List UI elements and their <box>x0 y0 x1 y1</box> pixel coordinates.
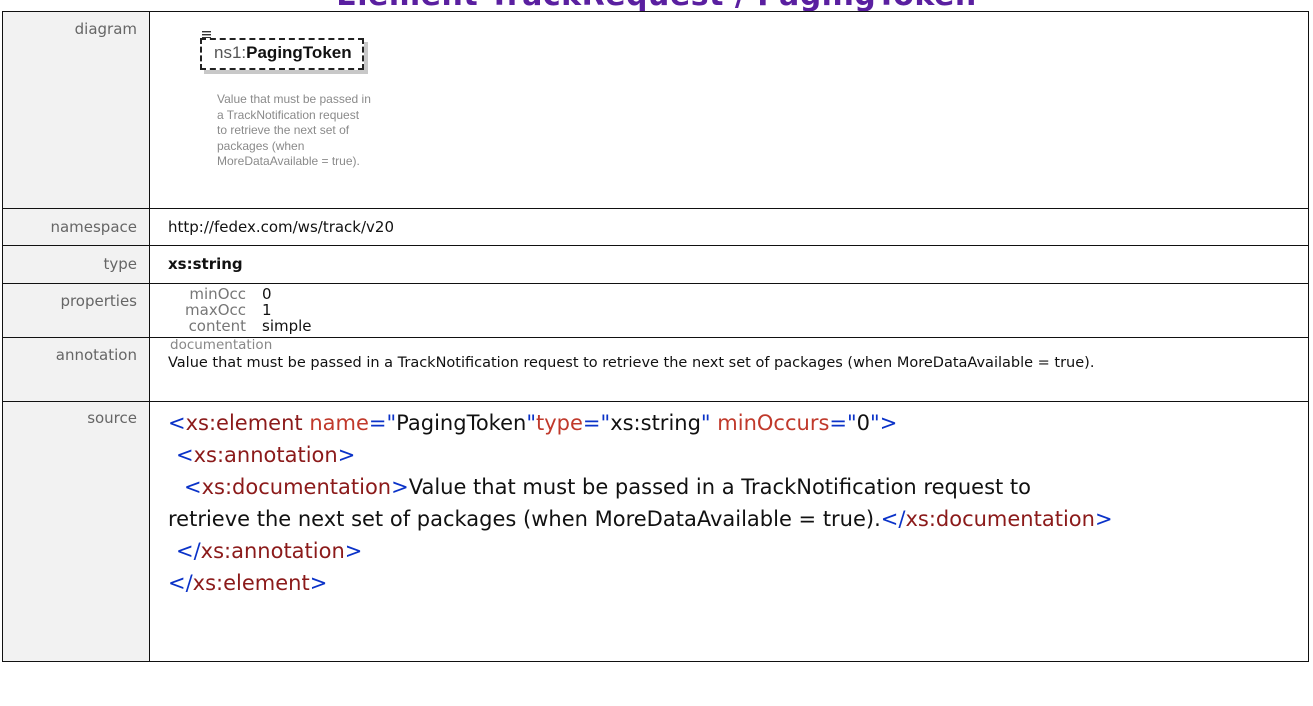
property-key: content <box>188 317 246 335</box>
source-code: <xs:element name="PagingToken"type="xs:s… <box>168 402 1308 599</box>
tag-name: xs:element <box>192 571 310 595</box>
attr-quote: " <box>700 411 711 435</box>
property-value: simple <box>262 317 312 335</box>
annotation-heading: documentation <box>170 337 273 353</box>
property-row: maxOcc 1 <box>168 302 1308 318</box>
tag-bracket: </ <box>176 539 201 563</box>
row-label-namespace: namespace <box>2 208 150 246</box>
row-label-annotation: annotation <box>2 337 150 402</box>
property-key: maxOcc <box>185 301 246 319</box>
tag-name: xs:element <box>185 411 303 435</box>
tag-name: xs:documentation <box>201 475 392 499</box>
attr-eq: =" <box>368 411 397 435</box>
source-line: <xs:annotation> <box>168 439 1298 471</box>
source-line: <xs:element name="PagingToken"type="xs:s… <box>168 407 1298 439</box>
annotation-text: Value that must be passed in a TrackNoti… <box>168 355 1095 371</box>
property-value: 1 <box>262 301 272 319</box>
tag-bracket: > <box>344 539 363 563</box>
attr-eq: =" <box>582 411 611 435</box>
diagram-description: Value that must be passed in a TrackNoti… <box>217 92 387 170</box>
source-line: retrieve the next set of packages (when … <box>168 503 1298 535</box>
doc-text: Value that must be passed in a TrackNoti… <box>408 475 1031 499</box>
row-label-properties: properties <box>2 283 150 338</box>
row-label-source: source <box>2 401 150 662</box>
tag-bracket: < <box>184 475 202 499</box>
attr-value: xs:string <box>610 411 701 435</box>
diagram-cell: ns1:PagingToken Value that must be passe… <box>149 11 1309 209</box>
diagram-desc-line: a TrackNotification request <box>217 107 360 122</box>
row-source: source <xs:element name="PagingToken"typ… <box>2 401 1309 662</box>
diagram-desc-line: to retrieve the next set of <box>217 123 350 137</box>
diagram-desc-line: MoreDataAvailable = true). <box>217 154 360 168</box>
tag-bracket: > <box>337 443 356 467</box>
row-properties: properties minOcc 0 maxOcc 1 content sim… <box>2 283 1309 338</box>
property-value: 0 <box>262 285 272 303</box>
tag-name: xs:annotation <box>200 539 345 563</box>
source-line: <xs:documentation>Value that must be pas… <box>168 471 1298 503</box>
doc-text: retrieve the next set of packages (when … <box>168 507 881 531</box>
attr-name: name <box>309 411 369 435</box>
row-diagram: diagram ns1:PagingToken Value that must … <box>2 11 1309 209</box>
row-namespace: namespace http://fedex.com/ws/track/v20 <box>2 208 1309 246</box>
property-row: minOcc 0 <box>168 286 1308 302</box>
row-type: type xs:string <box>2 245 1309 284</box>
tag-bracket: "> <box>870 411 898 435</box>
tag-name: xs:annotation <box>193 443 338 467</box>
tag-bracket: </ <box>880 507 906 531</box>
attr-eq: =" <box>829 411 857 435</box>
source-line: </xs:element> <box>168 567 1298 599</box>
tag-bracket: > <box>309 571 328 595</box>
attr-value: 0 <box>856 411 871 435</box>
property-row: content simple <box>168 318 1308 334</box>
source-line: </xs:annotation> <box>168 535 1298 567</box>
row-label-type: type <box>2 245 150 284</box>
tag-bracket: > <box>1094 507 1113 531</box>
tag-bracket: </ <box>168 571 193 595</box>
type-value: xs:string <box>149 245 1309 284</box>
tag-bracket: < <box>168 411 186 435</box>
element-doc-table: diagram ns1:PagingToken Value that must … <box>2 11 1309 662</box>
tag-bracket: > <box>391 475 409 499</box>
tag-bracket: < <box>176 443 194 467</box>
type-link[interactable]: xs:string <box>168 255 243 273</box>
namespace-value: http://fedex.com/ws/track/v20 <box>149 208 1309 246</box>
row-label-diagram: diagram <box>2 11 150 209</box>
attr-name: minOccurs <box>717 411 830 435</box>
diagram-desc-line: Value that must be passed in <box>217 92 371 106</box>
diagram-element-name: PagingToken <box>246 43 352 62</box>
annotation-cell: documentation Value that must be passed … <box>149 337 1309 402</box>
row-annotation: annotation documentation Value that must… <box>2 337 1309 402</box>
attr-value: PagingToken <box>396 411 527 435</box>
diagram-desc-line: packages (when <box>217 138 305 153</box>
attr-name: type <box>536 411 583 435</box>
diagram-ns-prefix: ns1: <box>214 43 247 62</box>
attr-quote: " <box>526 411 536 435</box>
tag-name: xs:documentation <box>905 507 1095 531</box>
property-key: minOcc <box>189 285 246 303</box>
properties-cell: minOcc 0 maxOcc 1 content simple <box>149 283 1309 338</box>
source-cell: <xs:element name="PagingToken"type="xs:s… <box>149 401 1309 662</box>
element-diagram-box[interactable]: ns1:PagingToken <box>200 38 364 70</box>
